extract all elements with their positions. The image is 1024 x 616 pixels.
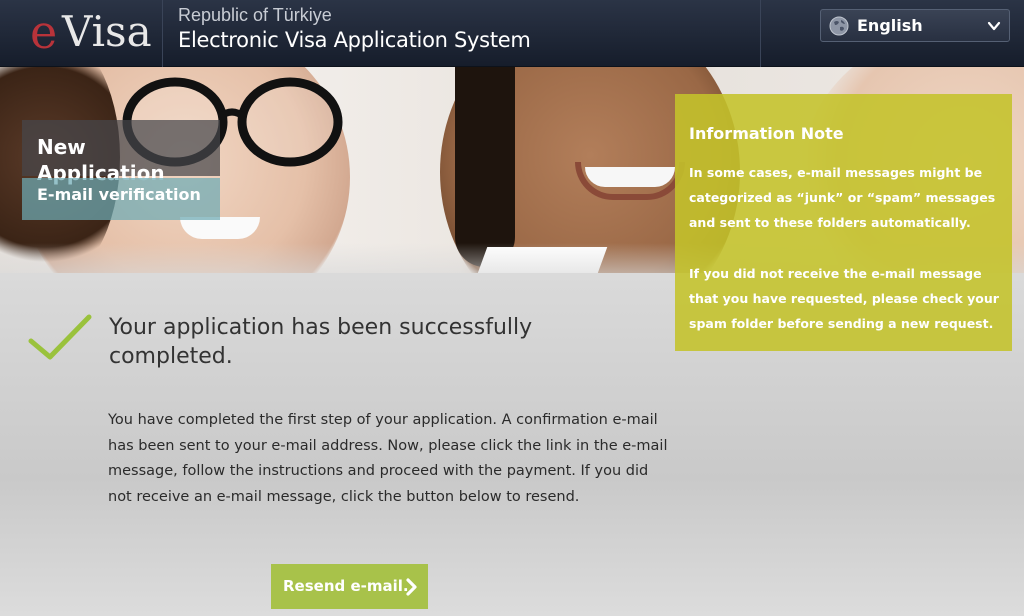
language-label: English [857,16,923,35]
resend-email-label: Resend e-mail. [283,577,409,595]
logo-e: e [30,5,58,59]
info-note-paragraph: In some cases, e-mail messages might be … [689,165,996,230]
header-divider-right [760,0,761,67]
info-note-title: Information Note [689,124,844,143]
checkmark-icon [28,314,92,360]
info-note-paragraph: If you did not receive the e-mail messag… [689,266,999,331]
system-title-block: Republic of Türkiye Electronic Visa Appl… [178,4,531,54]
step-indicator: E-mail verification [22,178,220,220]
logo-visa: Visa [62,7,152,56]
republic-label: Republic of Türkiye [178,5,332,25]
hero-photo-hair-center [455,67,515,267]
chevron-right-icon [406,578,417,596]
hero-photo-smile-center [585,167,675,187]
chevron-down-icon [987,21,1001,31]
step-label: E-mail verification [37,185,201,204]
information-note: Information Note In some cases, e-mail m… [675,94,1012,351]
hero-photo-smile-left [180,217,260,239]
language-select[interactable]: English [820,9,1010,42]
header-divider [162,0,163,67]
top-header: e Visa Republic of Türkiye Electronic Vi… [0,0,1024,67]
system-title: Electronic Visa Application System [178,28,531,52]
globe-icon [829,16,849,36]
success-message: You have completed the first step of you… [108,412,668,505]
resend-email-button[interactable]: Resend e-mail. [271,564,428,609]
success-title: Your application has been successfully c… [109,315,533,369]
new-application-panel: New Application [22,120,220,185]
